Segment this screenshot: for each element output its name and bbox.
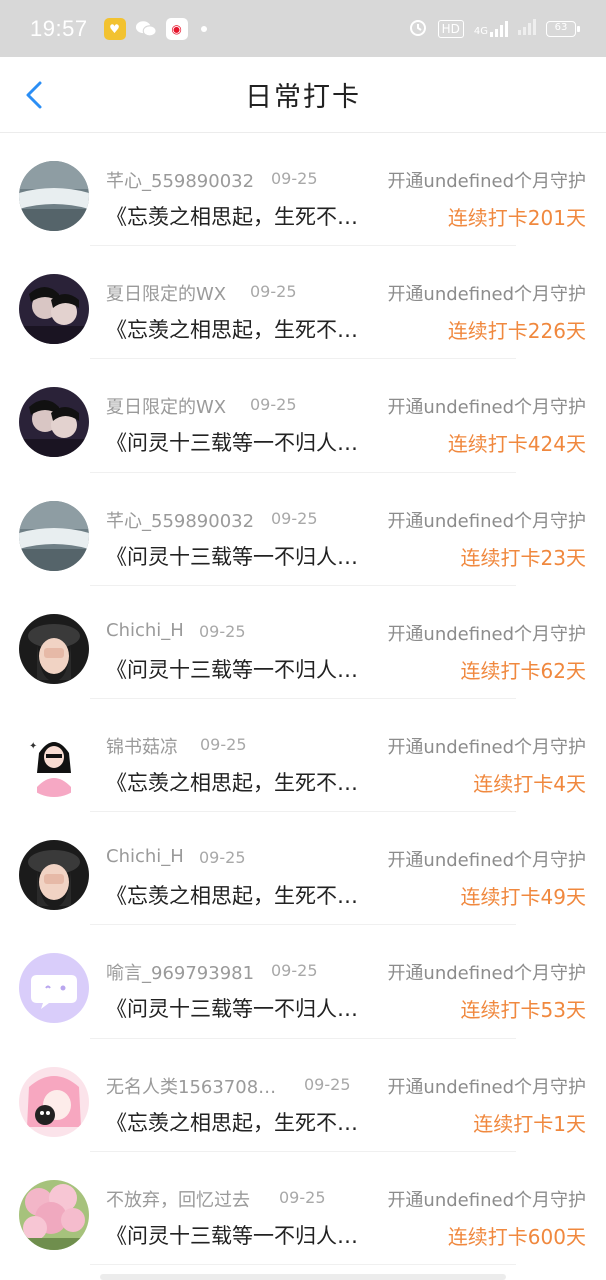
cartoon-girl-avatar[interactable]: ✦ [19,726,89,797]
nav-bar: 日常打卡 [0,57,606,133]
scroll-indicator [100,1274,506,1280]
username[interactable]: 不放弃，回忆过去 [106,1186,250,1212]
anime-pink-avatar[interactable] [19,1066,89,1137]
date: 09-25 [271,169,318,188]
signal-empty-icon [518,18,536,39]
guard-status: 开通undefined个月守护 [387,850,586,872]
svg-text:✦: ✦ [29,741,37,752]
streak-count: 连续打卡226天 [447,319,586,344]
date: 09-25 [200,734,247,754]
checkin-content[interactable]: 《忘羡之相思起，生死不… [106,201,376,231]
username[interactable]: 夏日限定的WX [106,393,226,419]
status-indicators: HD 4G 63 [408,17,580,41]
list-item[interactable]: Chichi_H 09-25 开通undefined个月守护 《问灵十三载等一不… [0,586,606,700]
couple-avatar[interactable] [19,274,89,345]
list-item[interactable]: 芊心_559890032 09-25 开通undefined个月守护 《问灵十三… [0,473,606,586]
guard-status: 开通undefined个月守护 [387,1189,586,1211]
back-button[interactable] [18,79,50,111]
guard-status: 开通undefined个月守护 [387,736,586,758]
streak-count: 连续打卡1天 [473,1111,586,1136]
checkin-content[interactable]: 《问灵十三载等一不归人… [106,993,376,1023]
guard-status: 开通undefined个月守护 [387,1076,586,1098]
bilibili-notification-icon: ♥ [103,17,126,40]
checkin-content[interactable]: 《问灵十三载等一不归人… [106,427,376,457]
list-item[interactable]: 夏日限定的WX 09-25 开通undefined个月守护 《忘羡之相思起，生死… [0,246,606,360]
checkin-content[interactable]: 《问灵十三载等一不归人… [106,1220,376,1250]
weibo-notification-icon: ◉ [165,17,188,40]
chat-bubble-avatar[interactable] [19,953,89,1024]
streak-count: 连续打卡4天 [473,771,586,796]
username[interactable]: 夏日限定的WX [106,280,226,306]
wechat-notification-icon [135,18,157,40]
battery-icon: 63 [546,20,580,37]
guard-status: 开通undefined个月守护 [387,510,586,532]
username[interactable]: 芊心_559890032 [106,507,254,533]
page-title: 日常打卡 [245,82,361,113]
username[interactable]: 喻言_969793981 [106,959,254,985]
date: 09-25 [250,395,297,415]
list-item[interactable]: 无名人类1563708… 09-25 开通undefined个月守护 《忘羡之相… [0,1039,606,1152]
hd-voice-icon: HD [437,19,464,38]
list-item[interactable]: 不放弃，回忆过去 09-25 开通undefined个月守护 《问灵十三载等一不… [0,1152,606,1266]
chevron-left-icon [26,81,42,109]
date: 09-25 [271,508,318,528]
status-bar: 19:57 ♥ ◉ HD 4G 63 [0,0,606,57]
checkin-content[interactable]: 《问灵十三载等一不归人… [106,541,376,571]
date: 09-25 [304,1074,351,1094]
username[interactable]: Chichi_H [106,620,184,641]
list-item[interactable]: 夏日限定的WX 09-25 开通undefined个月守护 《问灵十三载等一不归… [0,359,606,473]
guard-status: 开通undefined个月守护 [387,397,586,419]
date: 09-25 [250,282,297,302]
cherry-blossom-avatar[interactable] [19,1179,89,1250]
girl-hat-avatar[interactable] [19,840,89,911]
guard-status: 开通undefined个月守护 [387,171,586,192]
date: 09-25 [199,848,246,868]
streak-count: 连续打卡201天 [447,206,586,230]
date: 09-25 [199,621,246,641]
streak-count: 连续打卡424天 [447,432,586,457]
streak-count: 连续打卡23天 [460,545,586,570]
couple-avatar[interactable] [19,387,89,458]
streak-count: 连续打卡49天 [460,885,586,910]
list-item[interactable]: ✦ 锦书菇凉 09-25 开通undefined个月守护 《忘羡之相思起，生死不… [0,699,606,813]
list-item[interactable]: 喻言_969793981 09-25 开通undefined个月守护 《问灵十三… [0,925,606,1039]
guard-status: 开通undefined个月守护 [387,963,586,985]
streak-count: 连续打卡600天 [447,1224,586,1249]
guard-status: 开通undefined个月守护 [387,623,586,645]
checkin-content[interactable]: 《忘羡之相思起，生死不… [106,314,376,344]
streak-count: 连续打卡53天 [460,998,586,1023]
date: 09-25 [279,1187,326,1207]
waterfall-avatar[interactable] [19,161,89,231]
status-time: 19:57 [30,15,88,41]
username[interactable]: 芊心_559890032 [106,167,254,193]
checkin-content[interactable]: 《问灵十三载等一不归人… [106,654,376,684]
streak-count: 连续打卡62天 [460,658,586,683]
username[interactable]: 无名人类1563708… [106,1073,276,1099]
checkin-content[interactable]: 《忘羡之相思起，生死不… [106,880,376,910]
signal-4g-icon: 4G [473,20,508,37]
checkin-list: 芊心_559890032 09-25 开通undefined个月守护 《忘羡之相… [0,133,606,1266]
alarm-icon [408,17,428,41]
checkin-content[interactable]: 《忘羡之相思起，生死不… [106,767,376,797]
network-type: 4G [473,25,488,37]
more-notifications-dot [200,25,207,32]
list-item[interactable]: 芊心_559890032 09-25 开通undefined个月守护 《忘羡之相… [0,133,606,247]
checkin-content[interactable]: 《忘羡之相思起，生死不… [106,1107,376,1137]
list-item[interactable]: Chichi_H 09-25 开通undefined个月守护 《忘羡之相思起，生… [0,812,606,926]
username[interactable]: Chichi_H [106,846,184,867]
waterfall-avatar[interactable] [19,500,89,571]
date: 09-25 [271,961,318,981]
guard-status: 开通undefined个月守护 [387,284,586,306]
username[interactable]: 锦书菇凉 [106,733,178,759]
girl-hat-avatar[interactable] [19,613,89,684]
